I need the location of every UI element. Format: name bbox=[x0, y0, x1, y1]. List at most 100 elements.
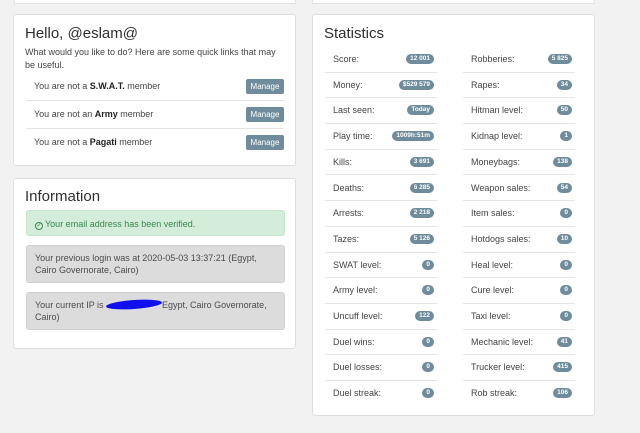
stat-value-badge: 0 bbox=[422, 259, 434, 270]
current-ip-prefix: Your current IP is bbox=[35, 300, 107, 310]
stat-label: Uncuff level: bbox=[333, 311, 383, 321]
membership-group: Army bbox=[94, 109, 118, 119]
redacted-ip-scribble bbox=[105, 298, 163, 311]
last-login-alert: Your previous login was at 2020-05-03 13… bbox=[26, 245, 285, 283]
stat-value-badge: 0 bbox=[422, 285, 434, 296]
stat-value-badge: 0 bbox=[422, 362, 434, 373]
hello-title: Hello, @eslam@ bbox=[25, 25, 138, 42]
membership-prefix: You are not a bbox=[34, 81, 90, 91]
stat-label: Army level: bbox=[333, 285, 378, 296]
stat-label: Rapes: bbox=[471, 79, 500, 90]
stat-value-badge: 41 bbox=[556, 336, 572, 347]
stat-row: Score: 12 001 bbox=[325, 47, 437, 73]
stat-label: Robberies: bbox=[471, 54, 515, 64]
email-verified-alert: ✓ Your email address has been verified. bbox=[26, 210, 285, 236]
stat-row: Duel wins: 0 bbox=[325, 330, 437, 356]
stat-row: Kills: 3 691 bbox=[325, 150, 437, 176]
stat-row: Rob streak: 106 bbox=[463, 381, 575, 407]
previous-card-bottom bbox=[312, 0, 595, 4]
stat-value-badge: 1009h:51m bbox=[392, 131, 434, 142]
stat-value-badge: 6 285 bbox=[409, 182, 434, 193]
stat-label: Last seen: bbox=[333, 105, 375, 116]
stat-row: Hitman level: 50 bbox=[463, 98, 575, 125]
stat-label: Mechanic level: bbox=[471, 336, 534, 347]
manage-pagati-button[interactable]: Manage bbox=[246, 135, 284, 150]
stat-label: Hitman level: bbox=[471, 105, 524, 116]
stat-label: Duel losses: bbox=[333, 362, 383, 373]
stat-value-badge: 10 bbox=[556, 233, 572, 244]
membership-group: Pagati bbox=[89, 137, 117, 147]
stat-value-badge: 1 bbox=[560, 131, 572, 142]
stat-label: Item sales: bbox=[471, 208, 515, 219]
hello-intro: What would you like to do? Here are some… bbox=[25, 47, 276, 70]
stat-row: Mechanic level: 41 bbox=[463, 330, 575, 356]
stat-value-badge: 106 bbox=[553, 388, 572, 399]
membership-row-pagati: You are not a Pagati member Manage bbox=[26, 129, 284, 157]
stat-row: Arrests: 2 218 bbox=[325, 201, 437, 227]
stat-value-badge: 0 bbox=[560, 208, 572, 219]
stat-value-badge: 54 bbox=[556, 182, 572, 193]
stat-value-badge: 0 bbox=[560, 311, 572, 321]
manage-army-button[interactable]: Manage bbox=[246, 107, 284, 122]
stat-label: Kills: bbox=[333, 156, 353, 167]
stat-row: Heal level: 0 bbox=[463, 253, 575, 279]
stat-value-badge: $529 579 bbox=[398, 79, 434, 90]
statistics-card: Statistics Score: 12 001 Money: $529 579 Las… bbox=[312, 14, 595, 416]
membership-suffix: member bbox=[116, 137, 153, 147]
stat-row: Item sales: 0 bbox=[463, 201, 575, 227]
membership-suffix: member bbox=[124, 81, 161, 91]
stat-row: Play time: 1009h:51m bbox=[325, 124, 437, 150]
stat-label: SWAT level: bbox=[333, 259, 382, 270]
stat-label: Deaths: bbox=[333, 182, 365, 193]
information-card: Information ✓ Your email address has been… bbox=[13, 178, 296, 349]
stat-row: Weapon sales: 54 bbox=[463, 176, 575, 202]
stat-label: Weapon sales: bbox=[471, 182, 531, 193]
stat-value-badge: 3 691 bbox=[409, 156, 434, 167]
current-ip-alert: Your current IP is Egypt, Cairo Governor… bbox=[26, 292, 285, 330]
stat-label: Taxi level: bbox=[471, 311, 511, 321]
stat-row: Deaths: 6 285 bbox=[325, 176, 437, 202]
stat-row: Tazes: 5 126 bbox=[325, 227, 437, 253]
stat-value-badge: 0 bbox=[560, 259, 572, 270]
check-circle-icon: ✓ bbox=[35, 222, 43, 230]
stat-row: Rapes: 34 bbox=[463, 73, 575, 99]
stat-row: Hotdogs sales: 10 bbox=[463, 227, 575, 253]
membership-row-swat: You are not a S.W.A.T. member Manage bbox=[26, 73, 284, 101]
stat-row: Cure level: 0 bbox=[463, 278, 575, 304]
stat-label: Moneybags: bbox=[471, 156, 521, 167]
membership-group: S.W.A.T. bbox=[89, 81, 125, 91]
stat-label: Duel wins: bbox=[333, 336, 375, 347]
stat-value-badge: 122 bbox=[415, 311, 434, 321]
stat-value-badge: 138 bbox=[553, 156, 572, 167]
stat-value-badge: Today bbox=[407, 105, 434, 116]
stat-row: Money: $529 579 bbox=[325, 73, 437, 99]
stat-value-badge: 2 218 bbox=[409, 208, 434, 219]
stat-row: Kidnap level: 1 bbox=[463, 124, 575, 150]
stat-row: Duel streak: 0 bbox=[325, 381, 437, 407]
statistics-title: Statistics bbox=[324, 25, 385, 42]
stat-value-badge: 5 825 bbox=[547, 54, 572, 64]
membership-prefix: You are not a bbox=[34, 137, 90, 147]
stat-value-badge: 34 bbox=[556, 79, 572, 90]
stat-value-badge: 50 bbox=[556, 105, 572, 116]
membership-suffix: member bbox=[117, 109, 154, 119]
manage-swat-button[interactable]: Manage bbox=[246, 79, 284, 94]
membership-prefix: You are not an bbox=[34, 109, 95, 119]
previous-card-bottom bbox=[14, 0, 296, 4]
email-verified-text: Your email address has been verified. bbox=[45, 219, 196, 229]
membership-row-army: You are not an Army member Manage bbox=[26, 101, 284, 129]
stat-value-badge: 12 001 bbox=[406, 54, 434, 64]
stat-value-badge: 415 bbox=[553, 362, 572, 373]
stat-label: Arrests: bbox=[333, 208, 365, 219]
stat-row: Robberies: 5 825 bbox=[463, 47, 575, 73]
information-title: Information bbox=[25, 188, 101, 205]
stat-label: Trucker level: bbox=[471, 362, 525, 373]
stat-label: Cure level: bbox=[471, 285, 515, 296]
stat-row: Duel losses: 0 bbox=[325, 355, 437, 382]
stat-label: Tazes: bbox=[333, 233, 360, 244]
stat-label: Play time: bbox=[333, 131, 373, 142]
stat-row: Trucker level: 415 bbox=[463, 355, 575, 382]
stat-label: Duel streak: bbox=[333, 388, 382, 399]
stat-label: Hotdogs sales: bbox=[471, 233, 531, 244]
stat-row: Uncuff level: 122 bbox=[325, 304, 437, 330]
